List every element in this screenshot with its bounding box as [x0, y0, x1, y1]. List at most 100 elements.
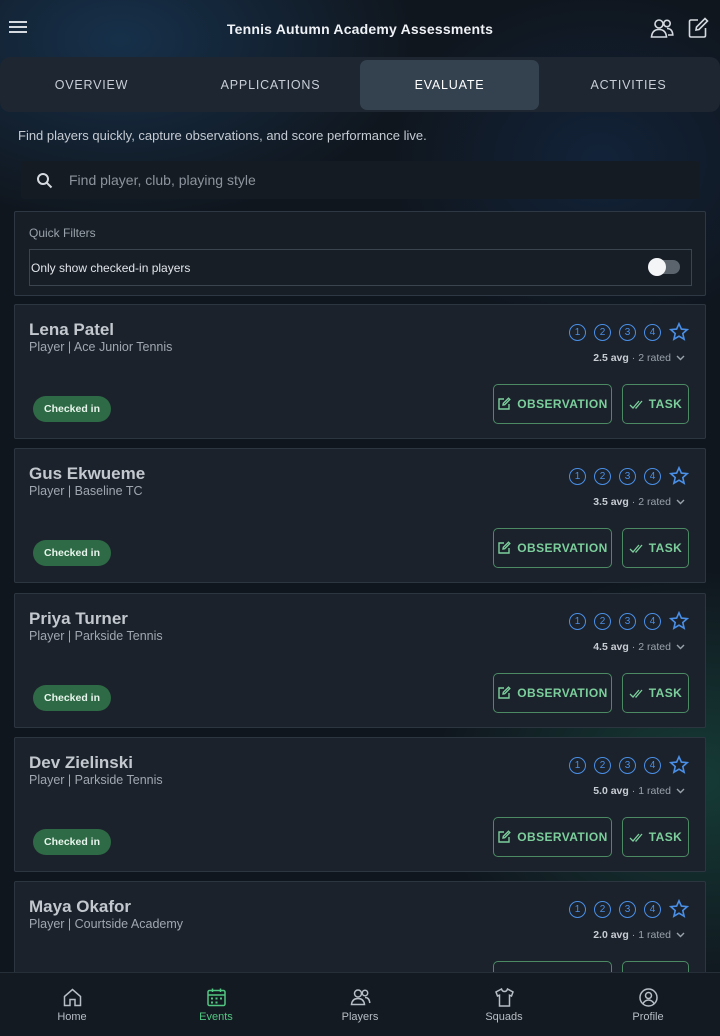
rating-3-button[interactable]: 3 [619, 467, 636, 485]
rating-scale: 1 2 3 4 [569, 611, 689, 631]
rating-2-button[interactable]: 2 [594, 467, 611, 485]
status-badge: Checked in [33, 685, 112, 711]
task-button[interactable]: TASK [622, 817, 689, 857]
chevron-down-icon [676, 499, 685, 505]
chevron-down-icon [676, 788, 685, 794]
profile-icon [638, 987, 658, 1007]
rating-summary[interactable]: 2.5 avg · 2 rated [593, 352, 685, 364]
quick-filters-panel: Quick Filters Only show checked-in playe… [14, 211, 706, 296]
hamburger-menu-icon[interactable] [9, 18, 27, 36]
nav-profile-label: Profile [632, 1010, 664, 1023]
status-badge: Checked in [33, 540, 112, 566]
rating-average: 4.5 avg [593, 641, 629, 653]
rating-1-button[interactable]: 1 [569, 900, 586, 918]
rating-4-button[interactable]: 4 [644, 323, 661, 341]
toggle-knob [648, 258, 666, 276]
task-button-label: TASK [648, 686, 683, 700]
star-icon[interactable] [669, 611, 689, 631]
nav-players[interactable]: Players [288, 973, 432, 1036]
nav-squads[interactable]: Squads [432, 973, 576, 1036]
player-name: Maya Okafor [29, 897, 132, 916]
rating-2-button[interactable]: 2 [594, 323, 611, 341]
rating-2-button[interactable]: 2 [594, 900, 611, 918]
rating-3-button[interactable]: 3 [619, 612, 636, 630]
home-icon [63, 988, 81, 1006]
rating-summary[interactable]: 3.5 avg · 2 rated [593, 496, 685, 508]
double-check-icon [629, 689, 643, 698]
nav-home-label: Home [57, 1010, 87, 1023]
task-button[interactable]: TASK [622, 673, 689, 713]
observation-button[interactable]: OBSERVATION [493, 673, 612, 713]
observation-button-label: OBSERVATION [517, 830, 608, 844]
rating-average: 2.5 avg [593, 352, 629, 364]
rating-scale: 1 2 3 4 [569, 899, 689, 919]
chevron-down-icon [676, 932, 685, 938]
checked-in-filter-label: Only show checked-in players [31, 260, 191, 275]
rating-separator: · [631, 785, 636, 797]
intro-text: Find players quickly, capture observatio… [18, 128, 427, 143]
rating-3-button[interactable]: 3 [619, 323, 636, 341]
rating-summary[interactable]: 4.5 avg · 2 rated [593, 641, 685, 653]
rating-1-button[interactable]: 1 [569, 612, 586, 630]
people-icon[interactable] [650, 17, 674, 39]
edit-note-icon [498, 686, 512, 699]
rating-1-button[interactable]: 1 [569, 756, 586, 774]
search-icon [37, 172, 53, 188]
page-title: Tennis Autumn Academy Assessments [226, 20, 494, 37]
player-club: Player | Courtside Academy [29, 917, 184, 931]
observation-button-label: OBSERVATION [517, 541, 608, 555]
rating-count: 1 rated [638, 785, 671, 797]
rating-separator: · [631, 929, 636, 941]
star-icon[interactable] [669, 322, 689, 342]
nav-home[interactable]: Home [0, 973, 144, 1036]
tab-evaluate[interactable]: EVALUATE [360, 59, 539, 110]
compose-icon[interactable] [687, 17, 709, 39]
star-icon[interactable] [669, 899, 689, 919]
rating-3-button[interactable]: 3 [619, 900, 636, 918]
rating-2-button[interactable]: 2 [594, 612, 611, 630]
rating-2-button[interactable]: 2 [594, 756, 611, 774]
nav-squads-label: Squads [485, 1010, 523, 1023]
rating-separator: · [631, 352, 636, 364]
player-card: Gus Ekwueme Player | Baseline TC 1 2 3 4… [14, 448, 706, 583]
observation-button[interactable]: OBSERVATION [493, 817, 612, 857]
observation-button[interactable]: OBSERVATION [493, 384, 612, 424]
rating-1-button[interactable]: 1 [569, 323, 586, 341]
rating-average: 3.5 avg [593, 496, 629, 508]
player-club: Player | Ace Junior Tennis [29, 340, 173, 354]
top-bar: Tennis Autumn Academy Assessments [0, 0, 720, 57]
star-icon[interactable] [669, 755, 689, 775]
tab-overview[interactable]: OVERVIEW [2, 60, 181, 110]
tab-bar: OVERVIEW APPLICATIONS EVALUATE ACTIVITIE… [0, 57, 720, 112]
star-icon[interactable] [669, 466, 689, 486]
rating-1-button[interactable]: 1 [569, 467, 586, 485]
rating-4-button[interactable]: 4 [644, 467, 661, 485]
player-card: Lena Patel Player | Ace Junior Tennis 1 … [14, 304, 706, 439]
rating-scale: 1 2 3 4 [569, 322, 689, 342]
task-button[interactable]: TASK [622, 528, 689, 568]
rating-summary[interactable]: 2.0 avg · 1 rated [593, 929, 685, 941]
rating-4-button[interactable]: 4 [644, 756, 661, 774]
search-input[interactable] [69, 172, 649, 188]
rating-average: 5.0 avg [593, 785, 629, 797]
search-bar [21, 161, 700, 199]
observation-button[interactable]: OBSERVATION [493, 528, 612, 568]
players-icon [350, 988, 371, 1005]
tab-activities[interactable]: ACTIVITIES [539, 60, 718, 110]
rating-scale: 1 2 3 4 [569, 466, 689, 486]
checked-in-filter-row[interactable]: Only show checked-in players [29, 249, 692, 286]
task-button-label: TASK [648, 541, 683, 555]
task-button[interactable]: TASK [622, 384, 689, 424]
rating-count: 2 rated [638, 496, 671, 508]
rating-4-button[interactable]: 4 [644, 900, 661, 918]
player-name: Priya Turner [29, 609, 128, 628]
bottom-nav: Home Events Players Squads Profile [0, 972, 720, 1036]
rating-summary[interactable]: 5.0 avg · 1 rated [593, 785, 685, 797]
checked-in-toggle[interactable] [648, 258, 680, 276]
nav-events[interactable]: Events [144, 973, 288, 1036]
tab-applications[interactable]: APPLICATIONS [181, 60, 360, 110]
nav-profile[interactable]: Profile [576, 973, 720, 1036]
player-name: Lena Patel [29, 320, 115, 339]
rating-3-button[interactable]: 3 [619, 756, 636, 774]
rating-4-button[interactable]: 4 [644, 612, 661, 630]
